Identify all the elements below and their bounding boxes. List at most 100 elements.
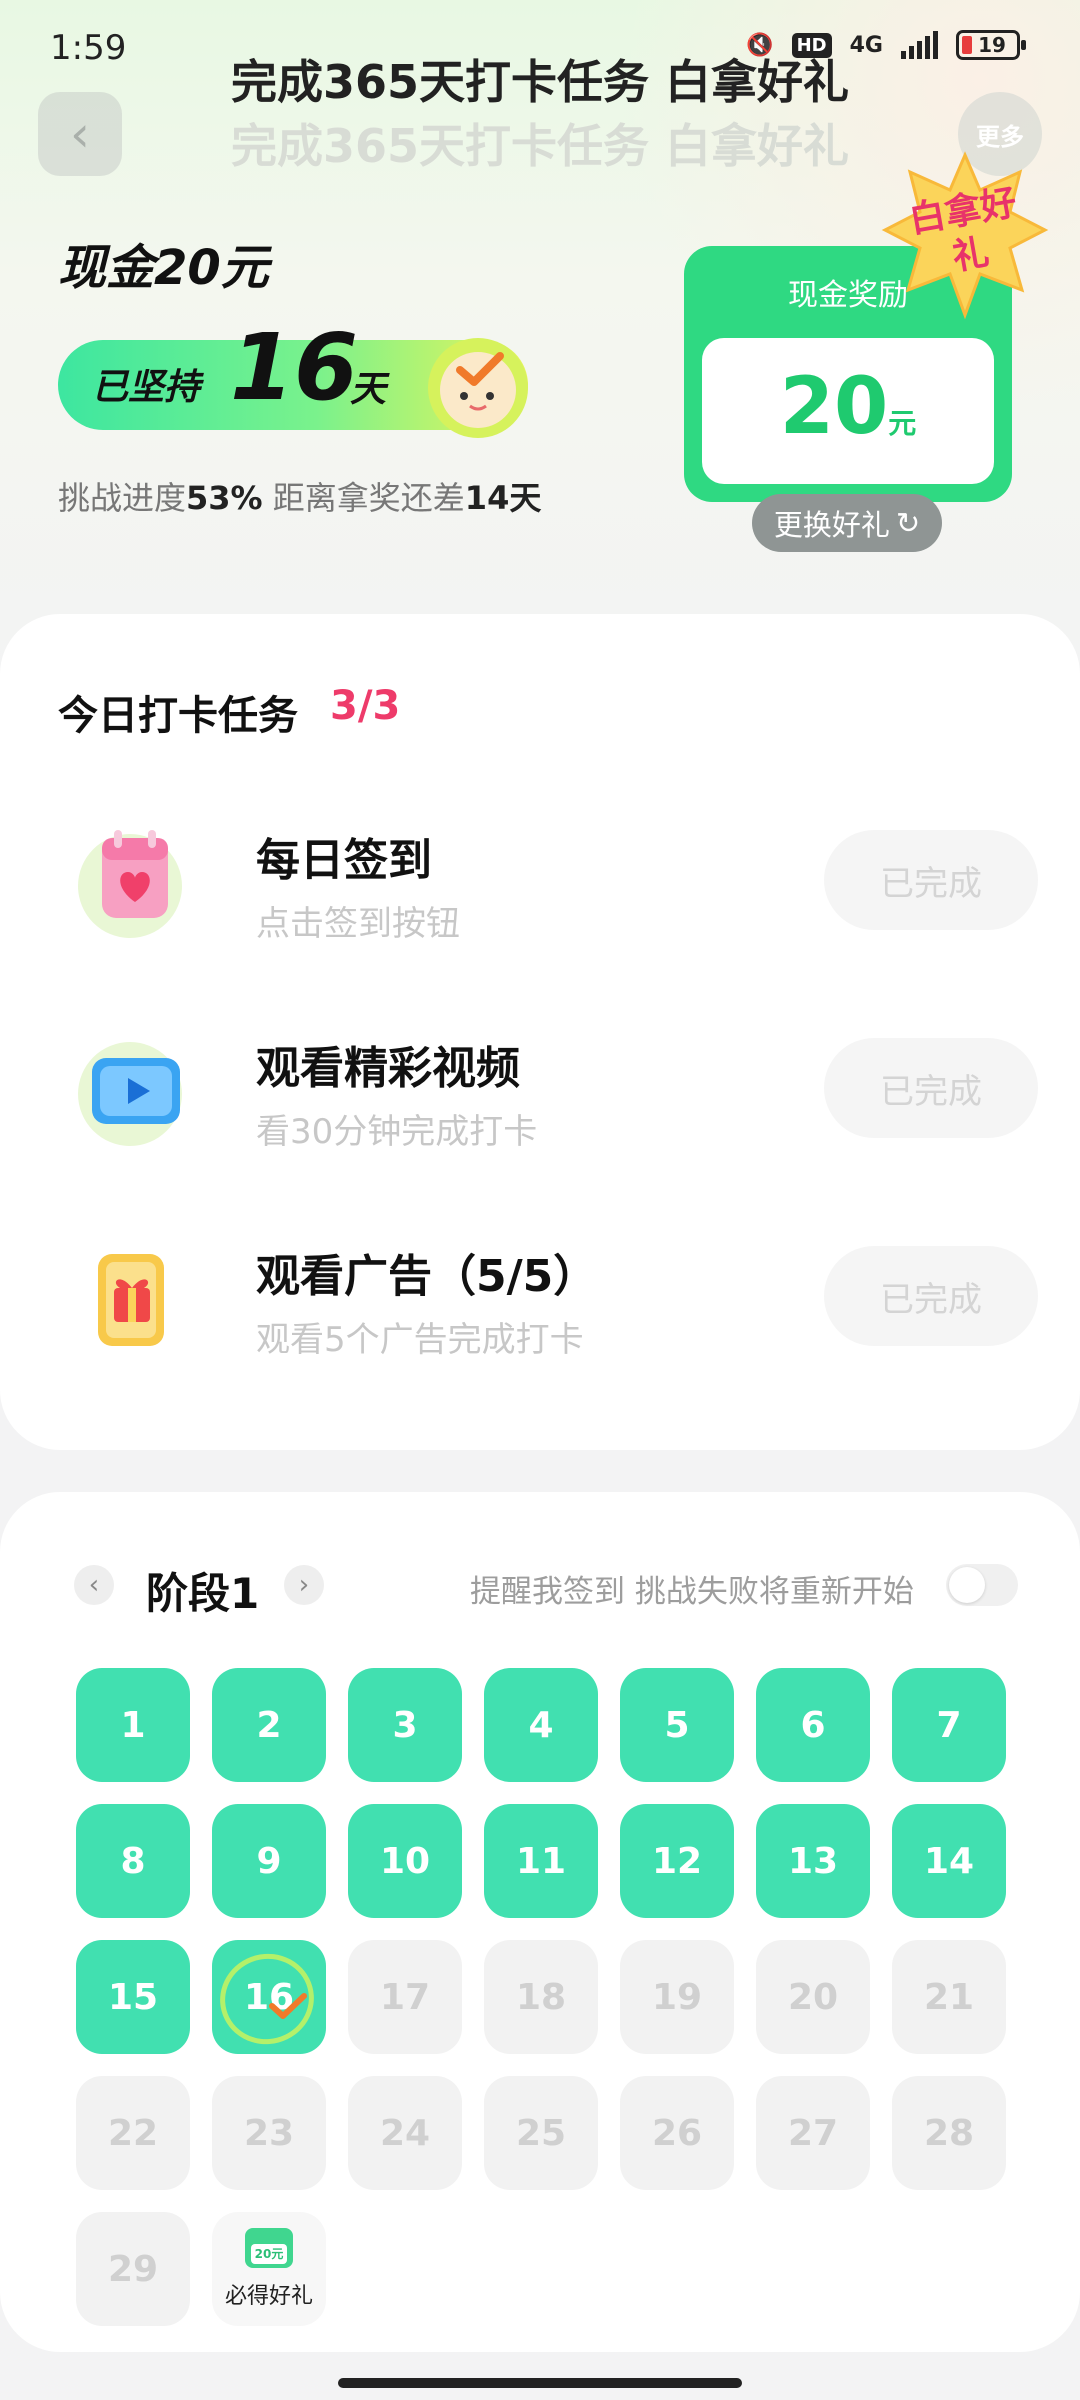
refresh-icon: ↻ bbox=[895, 506, 921, 540]
challenge-progress: 挑战进度53% 距离拿奖还差14天 bbox=[58, 473, 541, 519]
day-number: 11 bbox=[515, 1840, 567, 1882]
day-number: 9 bbox=[256, 1840, 282, 1882]
check-mark-icon bbox=[269, 1993, 307, 2019]
task-complete-button[interactable]: 已完成 bbox=[824, 1038, 1038, 1138]
day-cell[interactable]: 8 bbox=[76, 1804, 190, 1918]
day-number: 2 bbox=[256, 1704, 282, 1746]
day-cell[interactable]: 29 bbox=[76, 2212, 190, 2326]
day-number: 21 bbox=[923, 1976, 975, 2018]
day-cell[interactable]: 9 bbox=[212, 1804, 326, 1918]
day-cell[interactable]: 14 bbox=[892, 1804, 1006, 1918]
stage-label: 阶段1 bbox=[146, 1569, 260, 1618]
back-button[interactable]: ‹ bbox=[38, 92, 122, 176]
streak-prefix: 已坚持 bbox=[92, 367, 201, 408]
page-title: 完成365天打卡任务 白拿好礼 bbox=[230, 55, 850, 109]
remind-text: 提醒我签到 挑战失败将重新开始 bbox=[470, 1574, 914, 1610]
day-number: 7 bbox=[936, 1704, 962, 1746]
day-cell[interactable]: 6 bbox=[756, 1668, 870, 1782]
progress-prefix: 挑战进度 bbox=[58, 479, 187, 517]
swap-gift-button[interactable]: 更换好礼 ↻ bbox=[752, 494, 942, 552]
day-cell[interactable]: 28 bbox=[892, 2076, 1006, 2190]
task-row-checkin: 每日签到 点击签到按钮 已完成 bbox=[0, 816, 1080, 1006]
day-number: 10 bbox=[379, 1840, 431, 1882]
video-play-icon bbox=[78, 1042, 182, 1146]
day-number: 3 bbox=[392, 1704, 418, 1746]
task-desc: 点击签到按钮 bbox=[256, 904, 460, 944]
day-cell[interactable]: 1 bbox=[76, 1668, 190, 1782]
streak-unit: 天 bbox=[350, 369, 387, 410]
gift-box-icon bbox=[98, 1254, 164, 1346]
prize-calendar-icon: 20元 bbox=[245, 2228, 293, 2268]
day-number: 19 bbox=[651, 1976, 703, 2018]
task-row-ads: 观看广告（5/5） 观看5个广告完成打卡 已完成 bbox=[0, 1232, 1080, 1422]
battery-level: 19 bbox=[978, 33, 1006, 57]
task-complete-button[interactable]: 已完成 bbox=[824, 1246, 1038, 1346]
swap-gift-label: 更换好礼 bbox=[773, 508, 890, 542]
day-number: 29 bbox=[107, 2248, 159, 2290]
task-name: 观看精彩视频 bbox=[256, 1043, 520, 1094]
day-cell[interactable]: 25 bbox=[484, 2076, 598, 2190]
day-number: 25 bbox=[515, 2112, 567, 2154]
day-number: 28 bbox=[923, 2112, 975, 2154]
day-number: 27 bbox=[787, 2112, 839, 2154]
day-cell[interactable]: 27 bbox=[756, 2076, 870, 2190]
day-number: 14 bbox=[923, 1840, 975, 1882]
task-desc: 观看5个广告完成打卡 bbox=[256, 1320, 584, 1360]
cash-prize-title: 现金20元 bbox=[58, 240, 269, 296]
day-number: 24 bbox=[379, 2112, 431, 2154]
day-number: 12 bbox=[651, 1840, 703, 1882]
mascot-face-icon bbox=[428, 338, 528, 438]
day-cell[interactable]: 7 bbox=[892, 1668, 1006, 1782]
daily-task-title: 今日打卡任务 bbox=[58, 693, 298, 739]
day-cell[interactable]: 23 bbox=[212, 2076, 326, 2190]
day-number: 8 bbox=[120, 1840, 146, 1882]
day-cell[interactable]: 3 bbox=[348, 1668, 462, 1782]
day-cell[interactable]: 10 bbox=[348, 1804, 462, 1918]
day-cell[interactable]: 2 bbox=[212, 1668, 326, 1782]
day-cell[interactable]: 18 bbox=[484, 1940, 598, 2054]
prize-label: 必得好礼 bbox=[224, 2284, 313, 2309]
day-cell[interactable]: 12 bbox=[620, 1804, 734, 1918]
day-cell[interactable]: 5 bbox=[620, 1668, 734, 1782]
home-indicator[interactable] bbox=[338, 2378, 742, 2388]
day-number: 23 bbox=[243, 2112, 295, 2154]
day-cell[interactable]: 22 bbox=[76, 2076, 190, 2190]
progress-percent: 53% bbox=[186, 479, 263, 517]
day-cell-today[interactable]: 16 bbox=[212, 1940, 326, 2054]
chevron-left-icon: ‹ bbox=[70, 105, 90, 163]
chevron-right-icon: › bbox=[298, 1570, 310, 1600]
day-cell[interactable]: 26 bbox=[620, 2076, 734, 2190]
remind-toggle[interactable] bbox=[946, 1564, 1018, 1606]
day-cell[interactable]: 17 bbox=[348, 1940, 462, 2054]
day-number: 6 bbox=[800, 1704, 826, 1746]
streak-days: 16 bbox=[230, 314, 359, 421]
day-grid: 1 2 3 4 5 6 7 8 9 10 11 12 13 14 15 16 17 18 19 20 21 22 23 24 2… bbox=[76, 1668, 1010, 2326]
day-number: 13 bbox=[787, 1840, 839, 1882]
day-number: 17 bbox=[379, 1976, 431, 2018]
day-cell[interactable]: 20 bbox=[756, 1940, 870, 2054]
reward-amount-value: 20 bbox=[779, 362, 889, 452]
day-cell[interactable]: 24 bbox=[348, 2076, 462, 2190]
day-number: 5 bbox=[664, 1704, 690, 1746]
stage-next-button[interactable]: › bbox=[284, 1565, 324, 1605]
day-cell[interactable]: 4 bbox=[484, 1668, 598, 1782]
daily-task-count: 3/3 bbox=[330, 683, 401, 729]
task-row-video: 观看精彩视频 看30分钟完成打卡 已完成 bbox=[0, 1024, 1080, 1214]
task-complete-button[interactable]: 已完成 bbox=[824, 830, 1038, 930]
stage-prev-button[interactable]: ‹ bbox=[74, 1565, 114, 1605]
day-cell[interactable]: 15 bbox=[76, 1940, 190, 2054]
reward-amount: 20元 bbox=[702, 362, 994, 452]
day-cell[interactable]: 19 bbox=[620, 1940, 734, 2054]
task-name: 观看广告（5/5） bbox=[256, 1251, 598, 1302]
prize-day-cell[interactable]: 20元必得好礼 bbox=[212, 2212, 326, 2326]
progress-remaining: 14天 bbox=[464, 479, 542, 517]
day-cell[interactable]: 13 bbox=[756, 1804, 870, 1918]
day-number: 22 bbox=[107, 2112, 159, 2154]
day-cell[interactable]: 21 bbox=[892, 1940, 1006, 2054]
day-number: 15 bbox=[107, 1976, 159, 2018]
day-number: 18 bbox=[515, 1976, 567, 2018]
task-desc: 看30分钟完成打卡 bbox=[256, 1112, 538, 1152]
day-number: 20 bbox=[787, 1976, 839, 2018]
day-cell[interactable]: 11 bbox=[484, 1804, 598, 1918]
free-gift-badge: 白拿好礼 bbox=[906, 182, 1020, 279]
